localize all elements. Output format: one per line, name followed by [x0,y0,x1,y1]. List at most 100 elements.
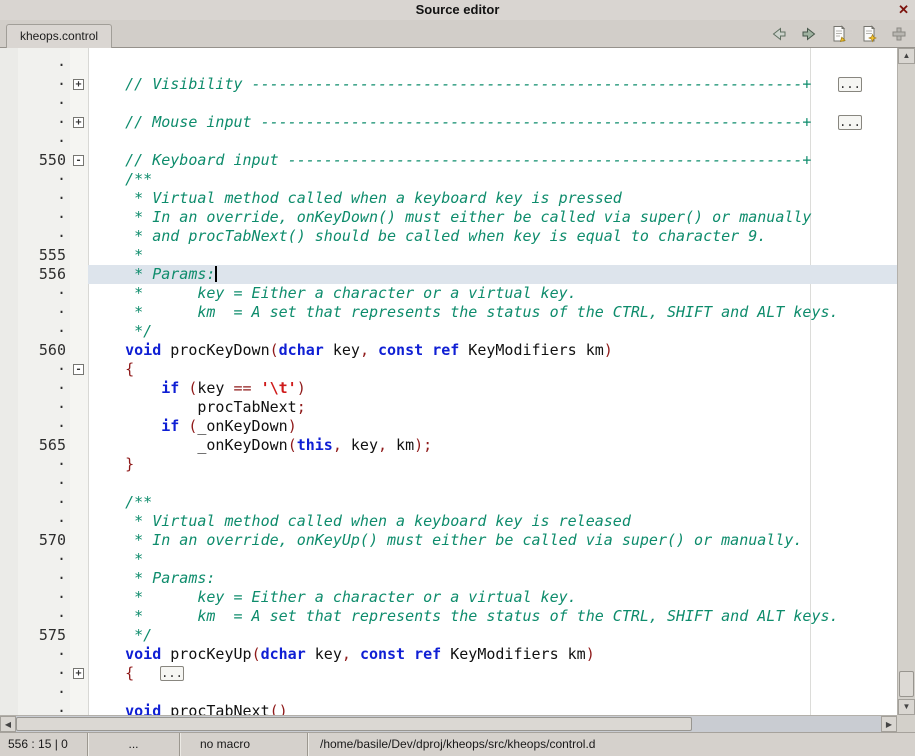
code-text[interactable]: { [88,664,897,683]
code-text[interactable]: * [88,246,897,265]
scroll-left-button[interactable]: ◀ [0,716,16,732]
gutter-marks[interactable] [0,113,18,132]
code-text[interactable] [88,94,897,113]
gutter-marks[interactable] [0,588,18,607]
code-text[interactable]: * key = Either a character or a virtual … [88,588,897,607]
code-line[interactable]: · [0,683,897,702]
gutter-marks[interactable] [0,341,18,360]
horizontal-scrollbar[interactable]: ◀ ▶ [0,715,897,732]
gutter-marks[interactable] [0,151,18,170]
gutter-marks[interactable] [0,417,18,436]
folded-code-ellipsis[interactable]: ... [838,115,862,130]
code-text[interactable]: // Mouse input -------------------------… [88,113,897,132]
code-line[interactable]: · [0,474,897,493]
code-line[interactable]: 555 * [0,246,897,265]
code-line[interactable]: ·+ // Visibility -----------------------… [0,75,897,94]
gutter-marks[interactable] [0,265,18,284]
code-area[interactable]: ··+ // Visibility ----------------------… [0,48,897,715]
gutter-marks[interactable] [0,227,18,246]
code-line[interactable]: · } [0,455,897,474]
code-line[interactable]: · void procKeyUp(dchar key, const ref Ke… [0,645,897,664]
code-line[interactable]: · */ [0,322,897,341]
gutter-marks[interactable] [0,75,18,94]
gutter-marks[interactable] [0,132,18,151]
code-text[interactable]: void procKeyDown(dchar key, const ref Ke… [88,341,897,360]
code-text[interactable]: // Keyboard input ----------------------… [88,151,897,170]
gutter-marks[interactable] [0,170,18,189]
code-line[interactable]: · * key = Either a character or a virtua… [0,284,897,303]
code-line[interactable]: · /** [0,170,897,189]
fold-expand-icon[interactable]: + [73,79,84,90]
code-text[interactable] [88,683,897,702]
code-line[interactable]: 575 */ [0,626,897,645]
gutter-marks[interactable] [0,189,18,208]
save-file-button[interactable] [829,24,849,44]
code-line[interactable]: ·+ // Mouse input ----------------------… [0,113,897,132]
code-text[interactable]: procTabNext; [88,398,897,417]
code-text[interactable]: if (key == '\t') [88,379,897,398]
fold-collapse-icon[interactable]: - [73,155,84,166]
folded-code-ellipsis[interactable]: ... [838,77,862,92]
scroll-up-button[interactable]: ▲ [898,48,915,64]
code-text[interactable]: */ [88,626,897,645]
code-line[interactable]: · * Virtual method called when a keyboar… [0,512,897,531]
code-text[interactable]: * Params: [88,569,897,588]
gutter-marks[interactable] [0,550,18,569]
code-line[interactable]: 570 * In an override, onKeyUp() must eit… [0,531,897,550]
fold-collapse-icon[interactable]: - [73,364,84,375]
gutter-marks[interactable] [0,474,18,493]
code-text[interactable]: * Params: [88,265,897,284]
code-line[interactable]: · * In an override, onKeyDown() must eit… [0,208,897,227]
gutter-marks[interactable] [0,702,18,715]
gutter-marks[interactable] [0,284,18,303]
go-back-button[interactable] [769,24,789,44]
gutter-marks[interactable] [0,683,18,702]
code-line[interactable]: · procTabNext; [0,398,897,417]
gutter-marks[interactable] [0,379,18,398]
code-line[interactable]: · * Virtual method called when a keyboar… [0,189,897,208]
code-line[interactable]: · if (_onKeyDown) [0,417,897,436]
code-line[interactable]: 550- // Keyboard input -----------------… [0,151,897,170]
code-line[interactable]: · [0,94,897,113]
code-text[interactable]: // Visibility --------------------------… [88,75,897,94]
gutter-marks[interactable] [0,360,18,379]
gutter-marks[interactable] [0,455,18,474]
code-text[interactable]: void procKeyUp(dchar key, const ref KeyM… [88,645,897,664]
gutter-marks[interactable] [0,664,18,683]
gutter-marks[interactable] [0,531,18,550]
code-line[interactable]: · [0,56,897,75]
scroll-down-button[interactable]: ▼ [898,699,915,715]
code-text[interactable]: * [88,550,897,569]
code-line[interactable]: 565 _onKeyDown(this, key, km); [0,436,897,455]
vertical-scrollbar[interactable]: ▲ ▼ [897,48,915,715]
code-line[interactable]: · * km = A set that represents the statu… [0,607,897,626]
gutter-marks[interactable] [0,493,18,512]
code-text[interactable]: * and procTabNext() should be called whe… [88,227,897,246]
save-as-button[interactable] [859,24,879,44]
code-text[interactable]: /** [88,493,897,512]
code-line[interactable]: 560 void procKeyDown(dchar key, const re… [0,341,897,360]
gutter-marks[interactable] [0,398,18,417]
code-text[interactable]: * km = A set that represents the status … [88,607,897,626]
gutter-marks[interactable] [0,208,18,227]
code-text[interactable]: * key = Either a character or a virtual … [88,284,897,303]
code-line[interactable]: · * km = A set that represents the statu… [0,303,897,322]
code-line[interactable]: · * [0,550,897,569]
code-line[interactable]: · [0,132,897,151]
code-text[interactable]: * Virtual method called when a keyboard … [88,189,897,208]
code-text[interactable]: * In an override, onKeyDown() must eithe… [88,208,897,227]
gutter-marks[interactable] [0,322,18,341]
code-line[interactable]: 556 * Params: [0,265,897,284]
code-rows[interactable]: ··+ // Visibility ----------------------… [0,56,897,715]
gutter-marks[interactable] [0,246,18,265]
fold-expand-icon[interactable]: + [73,668,84,679]
detach-editor-button[interactable] [889,24,909,44]
fold-expand-icon[interactable]: + [73,117,84,128]
scroll-right-button[interactable]: ▶ [881,716,897,732]
code-line[interactable]: · * and procTabNext() should be called w… [0,227,897,246]
code-line[interactable]: · if (key == '\t') [0,379,897,398]
code-line[interactable]: · * key = Either a character or a virtua… [0,588,897,607]
code-text[interactable]: void procTabNext() [88,702,897,715]
tab-kheops-control[interactable]: kheops.control [6,24,112,48]
gutter-marks[interactable] [0,626,18,645]
